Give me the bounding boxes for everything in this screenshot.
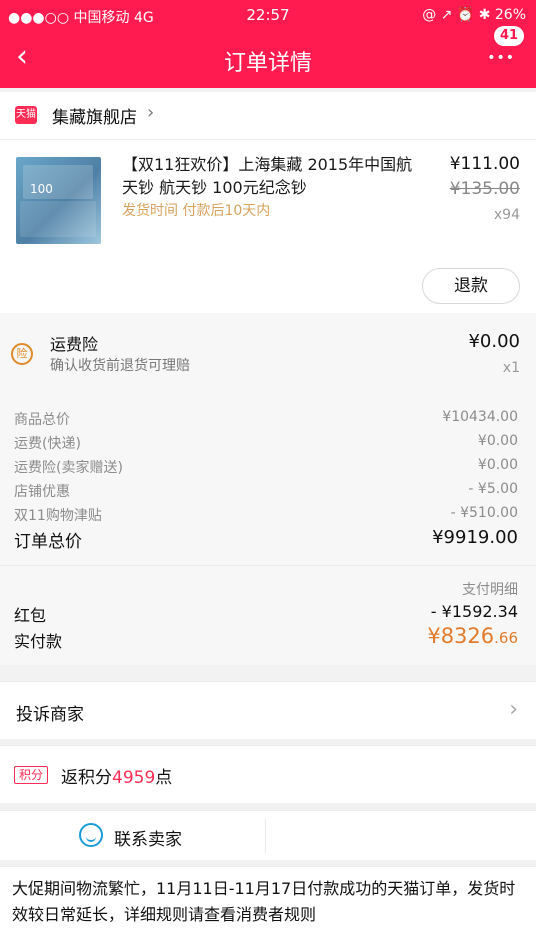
- summary-value: - ¥5.00: [468, 481, 518, 497]
- refund-button[interactable]: 退款: [422, 268, 520, 304]
- divider: [265, 819, 266, 853]
- price-summary: 商品总价 ¥10434.00 运费(快递) ¥0.00 运费险(卖家赠送) ¥0…: [0, 395, 536, 565]
- complaint-row[interactable]: 投诉商家 ›: [0, 681, 536, 739]
- summary-value: - ¥510.00: [450, 505, 518, 521]
- actual-payment-decimal: .66: [494, 629, 518, 647]
- redpack-value: - ¥1592.34: [430, 602, 518, 621]
- message-button[interactable]: 41 •••: [480, 26, 524, 70]
- navigation-bar: ‹ 订单详情 41 •••: [0, 26, 536, 80]
- order-total-value: ¥9919.00: [432, 527, 518, 548]
- store-row[interactable]: 天猫 集藏旗舰店 ›: [0, 92, 536, 140]
- payment-section: 支付明细 红包 - ¥1592.34 实付款 ¥8326.66: [0, 565, 536, 665]
- summary-row: 店铺优惠 - ¥5.00: [0, 481, 536, 505]
- product-title[interactable]: 【双11狂欢价】上海集藏 2015年中国航天钞 航天钞 100元纪念钞: [122, 153, 422, 199]
- summary-label: 双11购物津贴: [14, 508, 102, 524]
- insurance-subtitle: 确认收货前退货可理赔: [50, 358, 190, 374]
- summary-row: 运费(快递) ¥0.00: [0, 433, 536, 457]
- summary-row: 运费险(卖家赠送) ¥0.00: [0, 457, 536, 481]
- payment-detail-link[interactable]: 支付明细: [462, 579, 518, 599]
- points-text: 返积分4959点: [61, 763, 172, 788]
- chat-icon: [79, 823, 103, 847]
- actual-payment-value: ¥8326.66: [427, 624, 518, 648]
- points-row: 积分 返积分4959点: [0, 745, 536, 803]
- insurance-title: 运费险: [50, 335, 99, 354]
- banknote-denomination: 100: [30, 182, 53, 196]
- product-quantity: x94: [493, 207, 520, 223]
- insurance-quantity: x1: [502, 360, 520, 376]
- summary-label: 运费(快递): [14, 436, 81, 452]
- summary-value: ¥10434.00: [442, 409, 518, 425]
- points-tag: 积分: [14, 766, 49, 784]
- insurance-price: ¥0.00: [468, 331, 520, 352]
- order-total-label: 订单总价: [14, 532, 82, 552]
- chevron-right-icon: ›: [509, 697, 518, 722]
- order-total-row: 订单总价 ¥9919.00: [0, 527, 536, 552]
- insurance-icon: 险: [11, 343, 33, 365]
- summary-label: 商品总价: [14, 412, 70, 428]
- shipping-info: 发货时间 付款后10天内: [122, 203, 271, 219]
- summary-label: 店铺优惠: [14, 484, 70, 500]
- summary-value: ¥0.00: [477, 433, 518, 449]
- product-price: ¥111.00: [449, 154, 520, 174]
- message-badge: 41: [494, 26, 524, 46]
- tmall-logo: 天猫: [15, 106, 37, 124]
- app-header: ●●●○○ 中国移动 4G 22:57 @ ↗ ⏰ ✱ 26% ‹ 订单详情 4…: [0, 0, 536, 88]
- shipping-insurance: 险 运费险 确认收货前退货可理赔 ¥0.00 x1: [0, 313, 536, 395]
- contact-seller-row[interactable]: 联系卖家: [0, 810, 536, 860]
- notice-text: 大促期间物流繁忙，11月11日-11月17日付款成功的天猫订单，发货时效较日常延…: [12, 879, 516, 924]
- summary-row: 双11购物津贴 - ¥510.00: [0, 505, 536, 529]
- actual-payment-label: 实付款: [14, 632, 63, 651]
- actual-payment-main: ¥8326: [427, 624, 495, 648]
- points-prefix: 返积分: [61, 768, 112, 788]
- points-value: 4959: [112, 768, 156, 788]
- chevron-right-icon: ›: [147, 102, 155, 123]
- points-suffix: 点: [155, 768, 173, 788]
- delivery-notice: 大促期间物流繁忙，11月11日-11月17日付款成功的天猫订单，发货时效较日常延…: [0, 866, 536, 939]
- summary-value: ¥0.00: [477, 457, 518, 473]
- summary-row: 商品总价 ¥10434.00: [0, 409, 536, 433]
- status-indicators: @ ↗ ⏰ ✱ 26%: [422, 7, 526, 23]
- product-card: 100 【双11狂欢价】上海集藏 2015年中国航天钞 航天钞 100元纪念钞 …: [0, 140, 536, 313]
- product-image[interactable]: 100: [16, 157, 101, 244]
- original-price: ¥135.00: [449, 179, 520, 199]
- redpack-label: 红包: [14, 606, 47, 625]
- status-bar: ●●●○○ 中国移动 4G 22:57 @ ↗ ⏰ ✱ 26%: [0, 5, 536, 27]
- contact-seller-label: 联系卖家: [114, 830, 182, 850]
- complaint-label: 投诉商家: [16, 705, 84, 725]
- store-name: 集藏旗舰店: [52, 108, 137, 128]
- page-title: 订单详情: [223, 51, 312, 76]
- banknote-bottom: [20, 201, 96, 237]
- summary-label: 运费险(卖家赠送): [14, 460, 123, 476]
- more-icon: •••: [487, 50, 515, 66]
